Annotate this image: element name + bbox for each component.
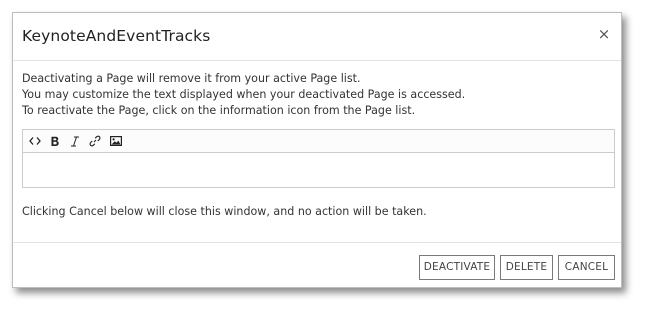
editor-text-area[interactable] <box>23 153 614 187</box>
italic-icon <box>71 136 79 146</box>
description-line: Deactivating a Page will remove it from … <box>22 72 361 85</box>
dialog-footer: DEACTIVATE DELETE CANCEL <box>13 242 621 289</box>
code-view-button[interactable] <box>27 133 43 149</box>
code-view-icon <box>29 137 41 145</box>
image-button[interactable] <box>108 133 124 149</box>
description-line: To reactivate the Page, click on the inf… <box>22 104 416 117</box>
link-button[interactable] <box>87 133 103 149</box>
close-button[interactable]: × <box>596 24 612 44</box>
dialog-header: KeynoteAndEventTracks × <box>13 13 621 61</box>
bold-button[interactable] <box>47 133 63 149</box>
link-icon <box>89 135 101 147</box>
bold-icon <box>51 136 59 146</box>
cancel-note: Clicking Cancel below will close this wi… <box>22 205 427 218</box>
rich-text-editor <box>22 129 615 188</box>
editor-toolbar <box>23 130 614 153</box>
dialog-title: KeynoteAndEventTracks <box>22 27 211 45</box>
delete-button[interactable]: DELETE <box>500 255 553 280</box>
image-icon <box>110 136 122 146</box>
description-line: You may customize the text displayed whe… <box>22 88 466 101</box>
deactivate-page-dialog: KeynoteAndEventTracks × Deactivating a P… <box>12 12 622 288</box>
deactivate-button[interactable]: DEACTIVATE <box>419 255 495 280</box>
dialog-description: Deactivating a Page will remove it from … <box>22 71 611 119</box>
cancel-button[interactable]: CANCEL <box>558 255 615 280</box>
close-icon: × <box>597 25 611 43</box>
italic-button[interactable] <box>67 133 83 149</box>
